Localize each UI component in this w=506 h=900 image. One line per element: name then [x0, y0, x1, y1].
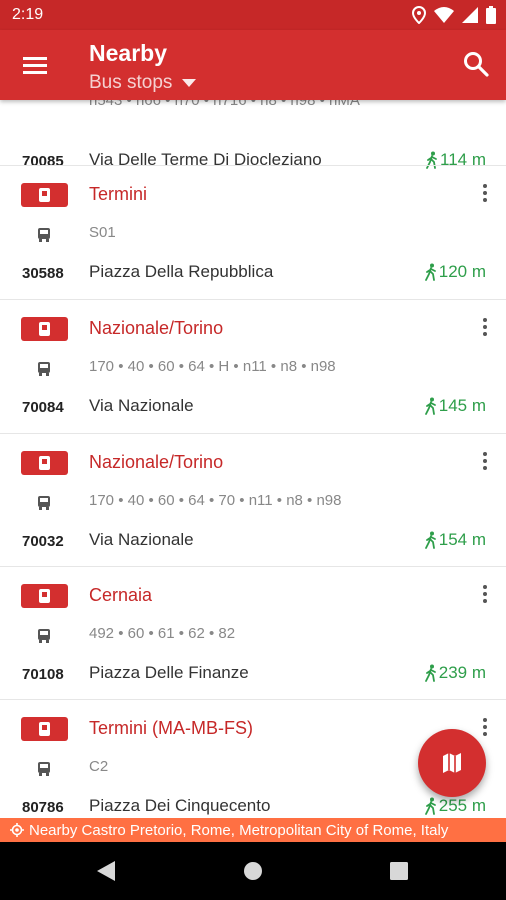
stop-street: Piazza Dei Cinquecento [89, 796, 271, 815]
stop-card[interactable]: Cernaia 492 • 60 • 61 • 62 • 82 70108 Pi… [0, 566, 506, 700]
partial-stop-lines: n543 • n66 • n70 • n716 • n8 • n98 • nMA [89, 100, 360, 109]
walk-icon [424, 797, 436, 815]
bus-icon [38, 496, 50, 510]
more-options-icon[interactable] [480, 716, 490, 738]
home-button[interactable] [223, 842, 283, 900]
stop-lines: 492 • 60 • 61 • 62 • 82 [89, 625, 236, 642]
view-selector[interactable]: Bus stops [89, 72, 197, 94]
status-time: 2:19 [12, 6, 44, 23]
stop-code: 70032 [22, 533, 64, 550]
location-icon [412, 6, 426, 24]
stop-name: Nazionale/Torino [89, 318, 224, 338]
bus-stop-badge-icon [21, 584, 68, 608]
stop-card[interactable]: Nazionale/Torino 170 • 40 • 60 • 64 • H … [0, 299, 506, 433]
bus-icon [38, 762, 50, 776]
bus-icon [38, 362, 50, 376]
stop-street: Piazza Della Repubblica [89, 262, 274, 281]
distance-value: 255 m [438, 796, 486, 815]
partial-stop-item[interactable]: 70085 Via Delle Terme Di Diocleziano 114… [0, 120, 506, 170]
stop-street: Via Nazionale [89, 396, 194, 415]
stop-street: Piazza Delle Finanze [89, 663, 249, 682]
page-title: Nearby [89, 40, 167, 66]
bus-stop-badge-icon [21, 183, 68, 207]
bus-stop-badge-icon [21, 451, 68, 475]
stop-distance: 255 m [424, 796, 486, 816]
stop-distance: 145 m [424, 396, 486, 416]
stop-name: Termini (MA-MB-FS) [89, 718, 253, 738]
stop-code: 80786 [22, 799, 64, 816]
walk-icon [424, 263, 436, 281]
distance-value: 154 m [438, 530, 486, 549]
walk-icon [424, 664, 436, 682]
walk-icon [424, 531, 436, 549]
location-text: Nearby Castro Pretorio, Rome, Metropolit… [29, 821, 449, 839]
stop-name: Cernaia [89, 585, 153, 605]
bus-icon [38, 629, 50, 643]
map-button[interactable] [418, 729, 486, 797]
bus-stop-badge-icon [21, 317, 68, 341]
back-button[interactable] [76, 842, 136, 900]
distance-value: 239 m [438, 663, 486, 682]
search-icon[interactable] [462, 50, 490, 78]
stop-distance: 239 m [424, 663, 486, 683]
back-icon [97, 861, 115, 881]
wifi-icon [434, 7, 454, 23]
stop-code: 30588 [22, 265, 64, 282]
dropdown-arrow-icon [182, 79, 197, 87]
stop-code: 70084 [22, 399, 64, 416]
distance-value: 145 m [438, 396, 486, 415]
stop-card[interactable]: Termini S01 30588 Piazza Della Repubblic… [0, 165, 506, 299]
home-icon [244, 862, 262, 880]
bus-icon [38, 228, 50, 242]
stops-list[interactable]: n543 • n66 • n70 • n716 • n8 • n98 • nMA… [0, 100, 506, 818]
view-selector-label: Bus stops [89, 72, 173, 93]
stop-lines: 170 • 40 • 60 • 64 • 70 • n11 • n8 • n98 [89, 492, 342, 509]
stop-lines: S01 [89, 224, 116, 241]
app-bar: Nearby Bus stops [0, 30, 506, 100]
battery-icon [486, 6, 496, 24]
more-options-icon[interactable] [480, 450, 490, 472]
recents-button[interactable] [369, 842, 429, 900]
stop-street: Via Nazionale [89, 530, 194, 549]
my-location-icon [10, 823, 24, 837]
stop-distance: 154 m [424, 530, 486, 550]
stop-code: 70108 [22, 666, 64, 683]
stop-name: Termini [89, 184, 148, 204]
stop-lines: C2 [89, 758, 109, 775]
more-options-icon[interactable] [480, 316, 490, 338]
more-options-icon[interactable] [480, 583, 490, 605]
current-location-bar[interactable]: Nearby Castro Pretorio, Rome, Metropolit… [0, 818, 506, 842]
stop-card[interactable]: Nazionale/Torino 170 • 40 • 60 • 64 • 70… [0, 433, 506, 567]
distance-value: 120 m [438, 262, 486, 281]
signal-icon [462, 7, 478, 23]
status-bar: 2:19 [0, 0, 506, 30]
bus-stop-badge-icon [21, 717, 68, 741]
stop-lines: 170 • 40 • 60 • 64 • H • n11 • n8 • n98 [89, 358, 336, 375]
recents-icon [390, 862, 408, 880]
menu-icon[interactable] [20, 52, 50, 78]
stop-distance: 120 m [424, 262, 486, 282]
map-icon [443, 753, 461, 773]
system-navigation-bar [0, 842, 506, 900]
more-options-icon[interactable] [480, 182, 490, 204]
status-icons [412, 6, 496, 24]
walk-icon [424, 397, 436, 415]
stop-name: Nazionale/Torino [89, 452, 224, 472]
